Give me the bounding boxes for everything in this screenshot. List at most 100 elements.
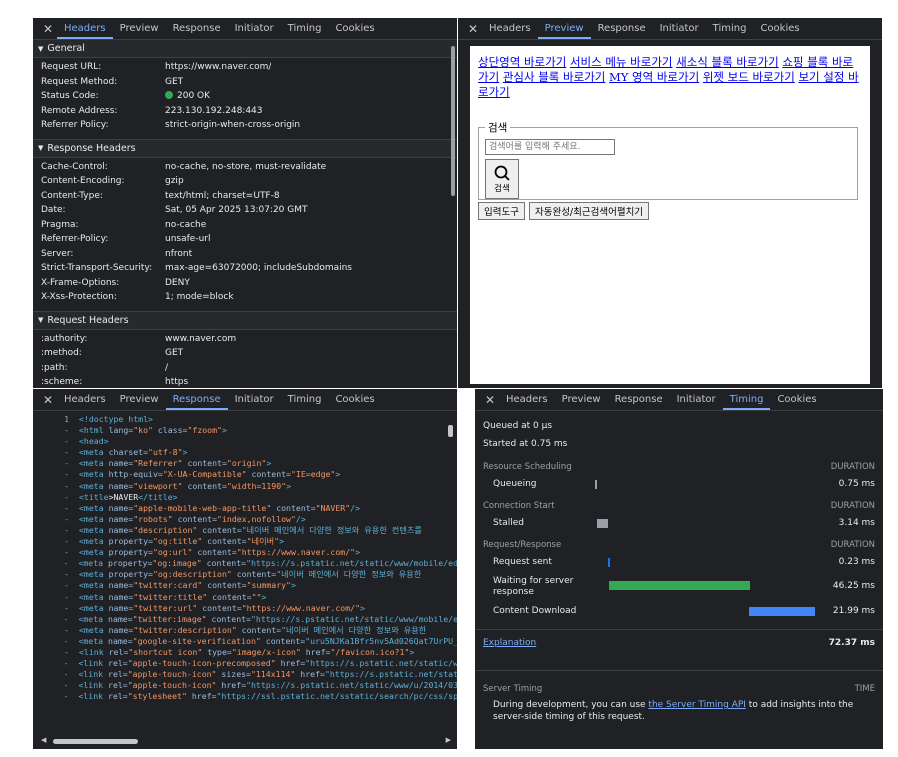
timing-group-title: Resource Scheduling: [483, 462, 572, 472]
section-title: Response Headers: [47, 142, 136, 154]
response-hscroll-thumb[interactable]: [53, 739, 138, 744]
line-text: <meta property="og:image" content="https…: [78, 558, 457, 569]
input-tool-button[interactable]: 입력도구: [478, 202, 525, 220]
header-key: Request URL:: [41, 62, 102, 73]
code-line: - <meta property="og:description" conten…: [33, 569, 457, 580]
line-number: -: [64, 624, 69, 635]
headers-panel: ✕ Headers Preview Response Initiator Timing Co…: [33, 18, 457, 388]
line-text: <meta property="og:description" content=…: [79, 569, 422, 580]
line-number: -: [64, 425, 69, 436]
timing-value: 0.23 ms: [838, 557, 875, 567]
header-key: Content-Type:: [41, 190, 103, 201]
code-line: - <meta name="twitter:card" content="sum…: [33, 580, 457, 591]
tab-cookies[interactable]: Cookies: [770, 389, 823, 410]
tab-headers[interactable]: Headers: [57, 18, 113, 39]
line-text: <title>NAVER</title>: [79, 491, 178, 502]
header-row: Referrer Policy: strict-origin-when-cross…: [33, 118, 457, 133]
line-text: <meta name="apple-mobile-web-app-title" …: [79, 502, 361, 513]
close-icon[interactable]: ✕: [481, 393, 499, 407]
section-header-request-headers[interactable]: ▼ Request Headers: [33, 311, 457, 330]
duration-label: DURATION: [830, 540, 875, 550]
close-icon[interactable]: ✕: [39, 393, 57, 407]
code-line: - <head>: [33, 436, 457, 447]
tab-response[interactable]: Response: [166, 18, 228, 39]
tab-timing[interactable]: Timing: [281, 18, 329, 39]
response-panel: ✕ Headers Preview Response Initiator Timing Co…: [33, 389, 457, 749]
tab-timing[interactable]: Timing: [281, 389, 329, 410]
tab-timing[interactable]: Timing: [722, 389, 771, 410]
tab-headers[interactable]: Headers: [57, 389, 113, 410]
skip-link[interactable]: 서비스 메뉴 바로가기: [570, 55, 673, 69]
tab-initiator[interactable]: Initiator: [653, 18, 706, 39]
skip-link[interactable]: 새소식 블록 바로가기: [676, 55, 779, 69]
response-vscroll-thumb[interactable]: [448, 425, 453, 437]
section-rows: Request URL: https://www.naver.com/Reques…: [33, 58, 457, 140]
tab-initiator[interactable]: Initiator: [228, 389, 281, 410]
line-number: -: [64, 591, 69, 602]
response-hscrollbar[interactable]: ◀ ▶: [41, 736, 451, 745]
tab-preview[interactable]: Preview: [555, 389, 608, 410]
code-line: - <link rel="stylesheet" href="https://s…: [33, 691, 458, 702]
scroll-left-icon[interactable]: ◀: [41, 736, 46, 744]
tab-preview[interactable]: Preview: [113, 389, 166, 410]
search-input[interactable]: [485, 139, 615, 155]
line-text: <meta charset="utf-8">: [79, 447, 188, 458]
preview-panel: ✕ Headers Preview Response Initiator Timing Co…: [458, 18, 882, 388]
tab-timing[interactable]: Timing: [706, 18, 754, 39]
response-code: 1 <!doctype html> - <html lang="ko" class="…: [33, 411, 458, 702]
skip-link[interactable]: 위젯 보드 바로가기: [703, 70, 795, 84]
timing-bar: [608, 558, 611, 567]
search-button[interactable]: 검색: [485, 159, 519, 199]
line-number: -: [64, 436, 69, 447]
tab-cookies[interactable]: Cookies: [328, 389, 381, 410]
timing-label: Stalled: [493, 518, 525, 528]
explanation-link[interactable]: Explanation: [483, 634, 536, 652]
duration-label: DURATION: [830, 501, 875, 511]
header-value: 1; mode=block: [165, 292, 234, 303]
timing-group-title: Connection Start: [483, 501, 555, 511]
tab-initiator[interactable]: Initiator: [228, 18, 281, 39]
tab-initiator[interactable]: Initiator: [670, 389, 723, 410]
tab-preview[interactable]: Preview: [113, 18, 166, 39]
header-row: X-Frame-Options: DENY: [33, 276, 457, 291]
tab-headers[interactable]: Headers: [482, 18, 538, 39]
line-text: <meta http-equiv="X-UA-Compatible" conte…: [79, 469, 341, 480]
header-row: :scheme: https: [33, 375, 457, 388]
scroll-right-icon[interactable]: ▶: [446, 736, 451, 744]
header-value: www.naver.com: [165, 333, 237, 344]
close-icon[interactable]: ✕: [39, 22, 57, 36]
autocomplete-button[interactable]: 자동완성/최근검색어펼치기: [528, 202, 650, 220]
headers-tabbar: ✕ Headers Preview Response Initiator Timing Co…: [33, 18, 457, 40]
skip-link[interactable]: 상단영역 바로가기: [478, 55, 566, 69]
line-number: -: [64, 447, 69, 458]
timing-group-header: Connection Start DURATION: [475, 498, 883, 514]
code-line: - <meta property="og:url" content="https…: [33, 547, 457, 558]
code-line: - <meta name="apple-mobile-web-app-title…: [33, 503, 457, 514]
line-text: <meta name="robots" content="index,nofol…: [79, 513, 306, 524]
section-rows: Cache-Control: no-cache, no-store, must-r…: [33, 158, 457, 312]
code-line: - <html lang="ko" class="fzoom">: [33, 425, 457, 436]
expand-triangle-icon[interactable]: ▼: [38, 316, 43, 324]
line-text: <meta name="Referrer" content="origin">: [79, 458, 272, 469]
line-number: -: [64, 569, 69, 580]
server-timing-api-link[interactable]: the Server Timing API: [648, 700, 746, 710]
skip-link[interactable]: 관심사 블록 바로가기: [503, 70, 606, 84]
section-header-general[interactable]: ▼ General: [33, 40, 457, 58]
header-value: 223.130.192.248:443: [165, 105, 263, 116]
expand-triangle-icon[interactable]: ▼: [38, 144, 43, 152]
headers-scrollbar[interactable]: [451, 46, 455, 196]
expand-triangle-icon[interactable]: ▼: [38, 45, 43, 53]
line-number: 1: [64, 414, 69, 424]
tab-preview[interactable]: Preview: [537, 18, 591, 39]
tab-headers[interactable]: Headers: [499, 389, 555, 410]
tab-cookies[interactable]: Cookies: [753, 18, 806, 39]
section-header-response-headers[interactable]: ▼ Response Headers: [33, 139, 457, 158]
tab-response[interactable]: Response: [608, 389, 670, 410]
tab-response[interactable]: Response: [591, 18, 653, 39]
skip-link[interactable]: MY 영역 바로가기: [609, 70, 699, 84]
tab-response[interactable]: Response: [165, 389, 228, 410]
tab-cookies[interactable]: Cookies: [328, 18, 381, 39]
close-icon[interactable]: ✕: [464, 22, 482, 36]
line-number: -: [64, 491, 69, 502]
header-key: Date:: [41, 205, 66, 216]
